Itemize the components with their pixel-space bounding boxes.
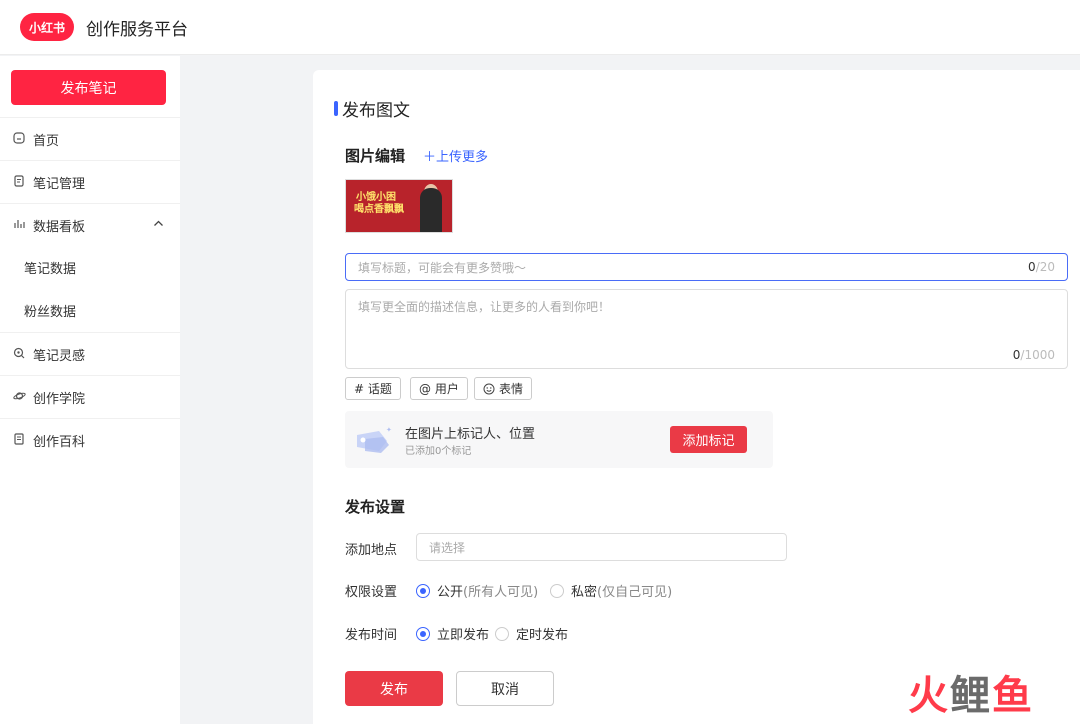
sidebar-item-label: 首页 — [33, 133, 60, 149]
submit-button[interactable]: 发布 — [345, 671, 443, 706]
radio-checked-icon — [416, 583, 430, 598]
radio-checked-icon — [416, 626, 430, 641]
planet-icon — [12, 390, 26, 405]
home-icon — [12, 131, 26, 147]
sidebar-item-note-management[interactable]: 笔记管理 — [0, 160, 180, 203]
radio-unchecked-icon — [495, 626, 509, 641]
radio-unchecked-icon — [550, 583, 564, 598]
permission-private-radio[interactable]: 私密 (仅自己可见) — [550, 581, 672, 600]
publish-scheduled-label: 定时发布 — [516, 628, 569, 643]
plus-icon: ＋ — [423, 150, 437, 165]
location-placeholder: 请选择 — [429, 540, 466, 555]
sidebar-item-fan-data[interactable]: 粉丝数据 — [0, 289, 180, 332]
publish-time-label: 发布时间 — [345, 628, 398, 643]
chevron-up-icon[interactable] — [153, 218, 164, 232]
mark-count-text: 已添加0个标记 — [405, 446, 472, 457]
image-thumbnail[interactable]: 小饿小困 喝点香飘飘 — [345, 179, 453, 233]
chart-icon — [12, 218, 26, 233]
sidebar-item-label: 笔记管理 — [33, 176, 86, 192]
permission-public-note: (所有人可见) — [463, 585, 539, 600]
sidebar-item-home[interactable]: 首页 — [0, 117, 180, 160]
description-placeholder: 填写更全面的描述信息，让更多的人看到你吧！ — [358, 300, 611, 314]
upload-more-button[interactable]: ＋上传更多 — [423, 146, 488, 165]
title-char-counter: 0/20 — [1028, 260, 1055, 274]
book-icon — [12, 432, 26, 448]
image-edit-title: 图片编辑 — [345, 147, 406, 165]
emoji-button[interactable]: 表情 — [474, 377, 533, 400]
title-accent-bar — [334, 101, 338, 116]
sidebar-item-label: 数据看板 — [33, 219, 86, 235]
description-char-counter: 0/1000 — [1012, 348, 1055, 362]
smile-icon — [483, 383, 495, 395]
publish-panel: 发布图文 图片编辑 ＋上传更多 小饿小困 喝点香飘飘 填写标题，可能会有更多赞哦… — [313, 70, 1080, 724]
sidebar-item-encyclopedia[interactable]: 创作百科 — [0, 418, 180, 461]
title-placeholder: 填写标题，可能会有更多赞哦～ — [358, 260, 527, 275]
inspiration-icon — [12, 347, 26, 362]
topic-button[interactable]: # 话题 — [345, 377, 401, 400]
publish-scheduled-radio[interactable]: 定时发布 — [495, 624, 568, 643]
location-select[interactable]: 请选择 — [416, 533, 787, 561]
publish-note-button[interactable]: 发布笔记 — [11, 70, 166, 105]
mark-panel: ✦ 在图片上标记人、位置 已添加0个标记 添加标记 — [345, 411, 773, 468]
sidebar: 发布笔记 首页 笔记管理 数据看板 笔记数据 粉丝数据 笔记灵感 创作学院 创作… — [0, 56, 180, 724]
sidebar-item-inspiration[interactable]: 笔记灵感 — [0, 332, 180, 375]
cancel-button[interactable]: 取消 — [456, 671, 554, 706]
sidebar-item-label: 笔记数据 — [24, 262, 77, 277]
watermark-logo: 火鲤鱼 — [908, 673, 1034, 719]
title-input[interactable]: 填写标题，可能会有更多赞哦～ 0/20 — [345, 253, 1068, 281]
publish-settings-title: 发布设置 — [345, 498, 406, 516]
tag-icon: ✦ — [353, 425, 392, 455]
description-textarea[interactable]: 填写更全面的描述信息，让更多的人看到你吧！ 0/1000 — [345, 289, 1068, 369]
add-mark-button[interactable]: 添加标记 — [670, 426, 747, 453]
location-label: 添加地点 — [345, 543, 398, 558]
permission-public-radio[interactable]: 公开 (所有人可见) — [416, 581, 538, 600]
thumbnail-text-line2: 喝点香飘飘 — [354, 204, 404, 215]
upload-more-label: 上传更多 — [436, 150, 489, 165]
permission-public-label: 公开 — [437, 585, 464, 600]
permission-private-note: (仅自己可见) — [597, 585, 673, 600]
sidebar-item-label: 创作百科 — [33, 434, 86, 450]
sidebar-item-label: 笔记灵感 — [33, 348, 86, 364]
page-title-text: 发布图文 — [342, 101, 410, 121]
sidebar-item-academy[interactable]: 创作学院 — [0, 375, 180, 418]
note-icon — [12, 174, 26, 190]
mention-user-button[interactable]: @ 用户 — [410, 377, 468, 400]
mark-title: 在图片上标记人、位置 — [405, 427, 536, 442]
permission-label: 权限设置 — [345, 585, 398, 600]
sidebar-item-data-dashboard[interactable]: 数据看板 — [0, 203, 180, 246]
sidebar-item-note-data[interactable]: 笔记数据 — [0, 246, 180, 289]
sidebar-item-label: 创作学院 — [33, 391, 86, 407]
publish-now-radio[interactable]: 立即发布 — [416, 624, 489, 643]
sidebar-item-label: 粉丝数据 — [24, 305, 77, 320]
publish-now-label: 立即发布 — [437, 628, 490, 643]
emoji-label: 表情 — [499, 382, 524, 396]
svg-text:✦: ✦ — [386, 426, 392, 434]
thumbnail-person — [420, 188, 442, 232]
top-header: 小红书 创作服务平台 — [0, 0, 1080, 55]
brand-logo[interactable]: 小红书 — [20, 13, 74, 41]
app-title: 创作服务平台 — [86, 19, 188, 40]
page-title: 发布图文 — [334, 96, 410, 121]
permission-private-label: 私密 — [571, 585, 598, 600]
